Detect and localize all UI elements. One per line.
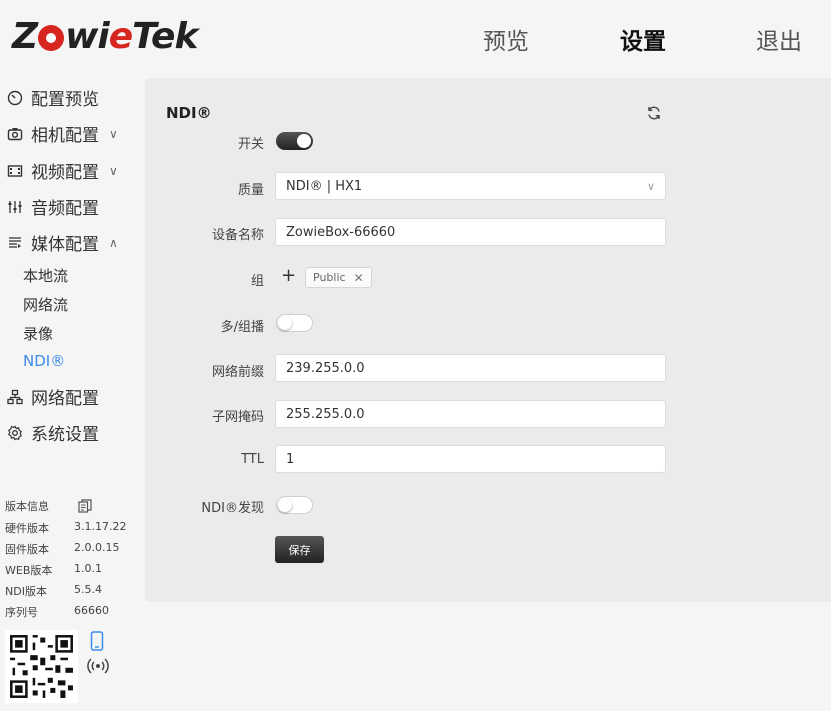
discovery-label: NDI®发现 — [201, 501, 264, 516]
nav-logout[interactable]: 退出 — [756, 22, 802, 56]
net-prefix-input[interactable]: 239.255.0.0 — [275, 354, 666, 382]
broadcast-icon[interactable] — [87, 656, 109, 676]
discovery-toggle[interactable] — [276, 496, 313, 514]
info-value: 2.0.0.15 — [74, 541, 120, 554]
group-tag[interactable]: Public ✕ — [305, 267, 372, 288]
info-value: 5.5.4 — [74, 583, 102, 596]
subnet-label: 子网掩码 — [211, 410, 264, 425]
mobile-phone-icon[interactable] — [90, 631, 104, 651]
version-info-header: 版本信息 — [5, 500, 49, 513]
info-row-serial: 序列号 66660 — [5, 604, 109, 620]
page-title: NDI® — [166, 104, 212, 122]
info-row-firmware: 固件版本 2.0.0.15 — [5, 541, 119, 557]
quality-value: NDI® | HX1 — [286, 178, 363, 194]
sidebar-item-video[interactable]: 视频配置 ∨ — [6, 158, 118, 183]
network-icon — [6, 388, 24, 406]
info-value: 3.1.17.22 — [74, 520, 127, 533]
add-group-icon[interactable]: + — [281, 266, 296, 286]
group-tag-label: Public — [313, 271, 346, 284]
chevron-down-icon: ∨ — [109, 163, 118, 178]
chevron-up-icon: ∧ — [109, 235, 118, 250]
sidebar-sub-ndi[interactable]: NDI® — [23, 352, 65, 370]
sliders-icon — [6, 198, 24, 216]
sidebar-item-audio[interactable]: 音频配置 — [6, 194, 99, 219]
sidebar-item-media[interactable]: 媒体配置 ∧ — [6, 230, 118, 255]
switch-label: 开关 — [237, 137, 264, 152]
ttl-input[interactable]: 1 — [275, 445, 666, 473]
nav-preview[interactable]: 预览 — [483, 22, 529, 56]
chevron-down-icon: ∨ — [646, 179, 655, 193]
save-button[interactable]: 保存 — [275, 536, 324, 563]
refresh-icon[interactable] — [646, 105, 662, 121]
info-label: 固件版本 — [5, 543, 49, 556]
chevron-down-icon: ∨ — [109, 126, 118, 141]
multicast-label: 多/组播 — [220, 320, 264, 335]
ttl-label: TTL — [241, 452, 264, 467]
sidebar-item-system[interactable]: 系统设置 — [6, 420, 99, 445]
sidebar-item-label: 配置预览 — [31, 90, 99, 110]
info-row-hardware: 硬件版本 3.1.17.22 — [5, 520, 126, 536]
device-name-label: 设备名称 — [211, 228, 264, 243]
subnet-input[interactable]: 255.255.0.0 — [275, 400, 666, 428]
copy-icon[interactable] — [78, 499, 92, 513]
info-label: 序列号 — [5, 606, 38, 619]
media-icon — [6, 234, 24, 252]
info-value: 66660 — [74, 604, 109, 617]
info-label: 硬件版本 — [5, 522, 49, 535]
info-row-web: WEB版本 1.0.1 — [5, 562, 102, 578]
sidebar-item-config-preview[interactable]: 配置预览 — [6, 85, 99, 110]
sidebar-sub-recording[interactable]: 录像 — [23, 323, 53, 344]
ndi-switch-toggle[interactable] — [276, 132, 313, 150]
group-label: 组 — [250, 274, 264, 289]
info-value: 1.0.1 — [74, 562, 102, 575]
info-label: NDI版本 — [5, 585, 47, 598]
qr-code — [5, 630, 78, 703]
gauge-icon — [6, 89, 24, 107]
quality-select[interactable]: NDI® | HX1 ∨ — [275, 172, 666, 200]
film-icon — [6, 162, 24, 180]
zowietek-logo: Zwi e Tek — [12, 15, 198, 57]
nav-settings[interactable]: 设置 — [620, 22, 666, 56]
gear-icon — [6, 424, 24, 442]
sidebar-item-label: 网络配置 — [31, 389, 99, 409]
info-label: WEB版本 — [5, 564, 53, 577]
sidebar-item-label: 媒体配置 — [31, 235, 99, 255]
sidebar-sub-local-stream[interactable]: 本地流 — [23, 265, 68, 286]
sidebar-item-camera[interactable]: 相机配置 ∨ — [6, 121, 118, 146]
sidebar-item-label: 系统设置 — [31, 425, 99, 445]
sidebar-item-network[interactable]: 网络配置 — [6, 384, 99, 409]
net-prefix-label: 网络前缀 — [211, 365, 264, 380]
close-icon[interactable]: ✕ — [354, 271, 364, 285]
sidebar-item-label: 相机配置 — [31, 126, 99, 146]
quality-label: 质量 — [237, 183, 264, 198]
device-name-input[interactable]: ZowieBox-66660 — [275, 218, 666, 246]
sidebar-item-label: 视频配置 — [31, 163, 99, 183]
sidebar-item-label: 音频配置 — [31, 199, 99, 219]
multicast-toggle[interactable] — [276, 314, 313, 332]
info-row-ndi: NDI版本 5.5.4 — [5, 583, 102, 599]
camera-icon — [6, 125, 24, 143]
ndi-settings-panel — [145, 78, 831, 602]
sidebar-sub-network-stream[interactable]: 网络流 — [23, 294, 68, 315]
